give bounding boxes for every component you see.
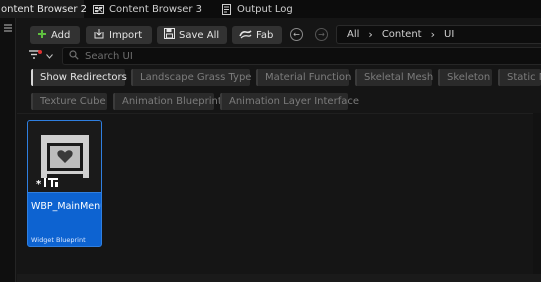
- save-all-label: Save All: [179, 29, 220, 41]
- tab-label: Content Browser 3: [109, 3, 203, 15]
- widget-blueprint-icon: *: [36, 135, 89, 190]
- history-back-icon[interactable]: ←: [290, 28, 303, 41]
- breadcrumb-all[interactable]: All: [347, 29, 359, 40]
- filter-chip-label: Animation Blueprint: [122, 96, 222, 107]
- save-all-button[interactable]: Save All: [157, 26, 227, 44]
- fab-button[interactable]: Fab: [232, 26, 282, 44]
- tab-label: ontent Browser 2: [1, 3, 88, 15]
- tab-label: Output Log: [237, 3, 293, 15]
- filter-chip-label: Animation Layer Interface: [229, 96, 359, 107]
- chevron-down-icon: [46, 51, 53, 62]
- tab-output-log[interactable]: Output Log: [221, 0, 301, 18]
- filter-chip-texture-cube[interactable]: Texture Cube: [31, 93, 107, 110]
- tab-content-browser-2[interactable]: ontent Browser 2 ×: [0, 0, 104, 18]
- filter-chip-label: Texture Cube: [40, 96, 106, 107]
- filter-chip-label: Skeleton: [447, 72, 491, 83]
- output-log-icon: [221, 3, 232, 15]
- search-placeholder: Search UI: [85, 50, 133, 62]
- filter-chip-static-mesh[interactable]: Static M: [498, 69, 541, 86]
- filter-chip-material-function[interactable]: Material Function: [256, 69, 352, 86]
- asset-tile-wbp-mainmenu[interactable]: * WBP_MainMenu Widget Blueprint: [27, 120, 102, 247]
- content-browser-icon: [93, 4, 104, 15]
- plus-icon: [37, 29, 47, 42]
- svg-text:*: *: [36, 179, 42, 190]
- import-label: Import: [109, 29, 143, 41]
- tab-content-browser-3[interactable]: Content Browser 3: [93, 0, 203, 18]
- history-forward-icon[interactable]: →: [315, 28, 328, 41]
- filter-chip-label: Landscape Grass Type: [140, 72, 252, 83]
- breadcrumb: All › Content › UI: [336, 25, 541, 44]
- fab-label: Fab: [256, 29, 274, 41]
- breadcrumb-content[interactable]: Content: [382, 29, 422, 40]
- breadcrumb-ui[interactable]: UI: [444, 29, 454, 40]
- menu-icon[interactable]: [3, 23, 13, 33]
- import-icon: [93, 28, 105, 42]
- search-icon: [69, 49, 79, 63]
- status-bar: [17, 274, 541, 282]
- filter-chip-landscape-grass-type[interactable]: Landscape Grass Type: [131, 69, 252, 86]
- sources-collapsed-strip: [0, 18, 16, 282]
- filter-chip-label: Static M: [507, 72, 541, 83]
- filter-chip-skeletal-mesh[interactable]: Skeletal Mesh: [355, 69, 434, 86]
- filter-icon: [28, 49, 44, 64]
- add-button[interactable]: Add: [30, 26, 80, 44]
- asset-type: Widget Blueprint: [31, 236, 86, 244]
- filter-chip-show-redirectors[interactable]: Show Redirectors: [31, 69, 127, 86]
- filter-chip-animation-blueprint[interactable]: Animation Blueprint: [113, 93, 222, 110]
- asset-thumbnail: *: [28, 121, 101, 193]
- filter-chip-label: Show Redirectors: [40, 72, 127, 83]
- chevron-right-icon[interactable]: ›: [368, 28, 372, 41]
- scrollbar[interactable]: [533, 113, 541, 282]
- filter-chip-label: Skeletal Mesh: [364, 72, 434, 83]
- filter-chip-label: Material Function: [265, 72, 352, 83]
- chevron-right-icon[interactable]: ›: [431, 28, 435, 41]
- filter-button[interactable]: [28, 48, 58, 64]
- asset-name: WBP_MainMenu: [31, 201, 101, 212]
- save-icon: [164, 28, 175, 42]
- import-button[interactable]: Import: [86, 26, 152, 44]
- filter-chip-animation-layer-interface[interactable]: Animation Layer Interface: [220, 93, 359, 110]
- search-input[interactable]: Search UI: [62, 47, 541, 65]
- fab-icon: [239, 29, 252, 42]
- filter-chip-skeleton[interactable]: Skeleton: [438, 69, 492, 86]
- add-label: Add: [51, 29, 71, 41]
